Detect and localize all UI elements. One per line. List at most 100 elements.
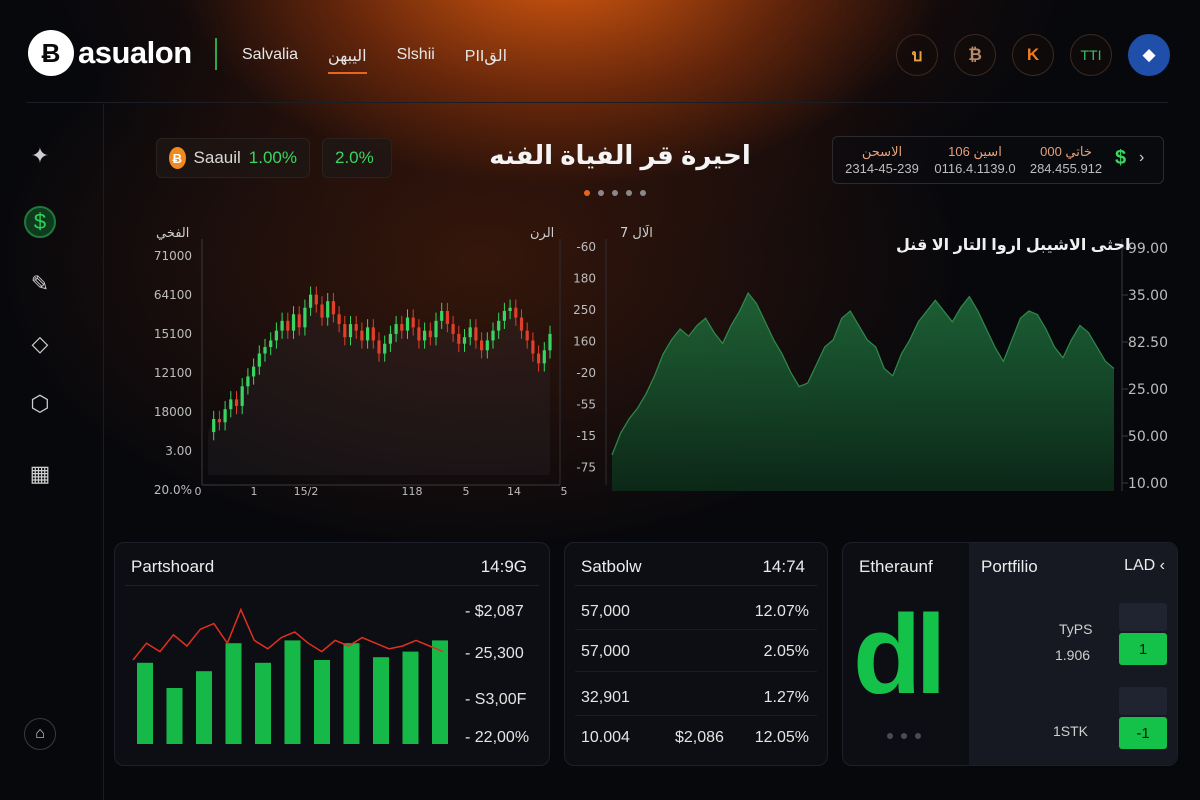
nav-item-3[interactable]: Slshii [397, 46, 435, 74]
dollar-icon[interactable]: $ [24, 206, 56, 238]
bitcoin-outline-icon[interactable]: ₿ [954, 34, 996, 76]
candle-body [440, 311, 444, 321]
mid-tick-label: -20 [576, 366, 596, 380]
candle-body [240, 386, 244, 406]
ticker-pill[interactable]: Ƀ Saauil 1.00% [156, 138, 310, 178]
carousel-dot[interactable] [612, 190, 618, 196]
stats-box[interactable]: الاسحن 2314-45-239 106 اسين 0116.4.1139.… [832, 136, 1164, 184]
partshoard-card[interactable]: Partshoard 14:9G - $2,087 - 25,300 - S3,… [114, 542, 550, 766]
candle-body [212, 419, 216, 433]
y-tick-label: 12100 [154, 366, 192, 380]
sidebar: ✦ $ ✎ ◇ ⬡ ▦ ⌂ [0, 104, 104, 800]
nav-item-4[interactable]: PIIالق [465, 46, 507, 74]
bar [137, 662, 153, 744]
portfolio-button[interactable]: 1 [1119, 633, 1167, 665]
area-fill [612, 293, 1114, 491]
candle-body [485, 340, 489, 351]
row-value: 57,000 [581, 603, 630, 620]
network-icon[interactable]: ✦ [24, 140, 56, 172]
logo-separator [215, 38, 217, 70]
mid-tick-label: -60 [576, 240, 596, 254]
carousel-dot[interactable] [887, 733, 893, 739]
portfolio-button[interactable]: -1 [1119, 717, 1167, 749]
tm-icon[interactable]: TTI [1070, 34, 1112, 76]
nav-item-2[interactable]: اليبهن [328, 46, 367, 74]
row-pct: 1.27% [763, 689, 809, 706]
candle-body [326, 301, 330, 318]
value-row: - 22,00% [465, 729, 530, 746]
exit-icon[interactable]: ⌂ [24, 718, 56, 750]
row-pct: 2.05% [763, 643, 809, 660]
ethereum-logo-icon: dl [853, 592, 946, 717]
candle-body [462, 337, 467, 344]
chevron-right-icon[interactable]: › [1139, 149, 1144, 167]
carousel-dot[interactable] [915, 733, 921, 739]
card-count: 14:9G [480, 557, 527, 576]
candle-body [309, 294, 313, 308]
ethereum-portfolio-card[interactable]: Etheraunf dl Portfilio LAD ‹ TyPS 1.906 … [842, 542, 1178, 766]
ticker-change-1: 1.00% [248, 148, 297, 167]
candle-body [519, 317, 524, 331]
candle-body [252, 366, 256, 377]
stat-3-label: 000 خاتي [1040, 144, 1092, 159]
right-y-tick-label: 25.00 [1128, 382, 1168, 398]
candle-body [263, 347, 267, 354]
carousel-dots [584, 190, 654, 196]
candle-body [371, 327, 375, 341]
carousel-dot[interactable] [584, 190, 590, 196]
brand-logo[interactable]: Ƀ asualon [28, 30, 192, 76]
x-tick-label: 1 [251, 485, 258, 498]
candle-body [303, 307, 307, 328]
x-tick-label: 14 [507, 485, 521, 498]
stat-3-value: 284.455.912 [1029, 161, 1103, 176]
carousel-dot[interactable] [626, 190, 632, 196]
stat-1: الاسحن 2314-45-239 [841, 143, 923, 177]
candle-body [491, 330, 495, 341]
top-icons: บ ₿ K TTI ◆ [880, 34, 1170, 76]
candle-body [417, 327, 421, 341]
ticker-label: Saauil [193, 148, 241, 167]
ethereum-sidebar-icon[interactable]: ◇ [24, 328, 56, 360]
candle-body [291, 314, 296, 331]
loop-icon[interactable]: บ [896, 34, 938, 76]
ticker-change-pill[interactable]: 2.0% [322, 138, 392, 178]
candle-body [474, 327, 478, 341]
bar [402, 651, 419, 744]
y-tick-label: 15100 [154, 327, 192, 341]
candle-body [548, 333, 552, 351]
candle-body [411, 317, 415, 328]
ethereum-icon[interactable]: ◆ [1128, 34, 1170, 76]
candle-body [451, 324, 455, 334]
row-value: $2,086 [675, 729, 724, 746]
candle-body [337, 314, 341, 325]
main-nav: Salvalia اليبهن Slshii PIIالق [242, 46, 537, 74]
mid-tick-label: -55 [576, 398, 596, 412]
nav-item-1[interactable]: Salvalia [242, 46, 298, 74]
candle-body [320, 304, 324, 318]
shield-icon[interactable]: ⬡ [24, 388, 56, 420]
main-chart-svg: الفخي الرن 7 الَال710006410015100121001800… [154, 224, 1168, 498]
candle-body [468, 327, 472, 338]
satbolw-card[interactable]: Satbolw 14:74 57,000 12.07% 57,000 2.05%… [564, 542, 828, 766]
y-tick-label: 64100 [154, 288, 192, 302]
carousel-dot[interactable] [640, 190, 646, 196]
row-pct: 12.07% [754, 603, 809, 620]
pencil-icon[interactable]: ✎ [24, 268, 56, 300]
currency-selector[interactable]: LAD ‹ [1124, 557, 1165, 575]
bar [255, 662, 271, 744]
grid-icon[interactable]: ▦ [24, 458, 56, 490]
carousel-dot[interactable] [901, 733, 907, 739]
stat-2-label: 106 اسين [948, 144, 1002, 159]
ethereum-dots [887, 733, 929, 739]
candle-body [434, 320, 438, 338]
mid-tick-label: 180 [573, 272, 596, 286]
candle-body [366, 327, 370, 341]
y-tick-label: 20.0% [154, 483, 192, 497]
x-tick-label: 15/2 [294, 485, 319, 498]
candle-body [537, 353, 541, 364]
kucoin-icon[interactable]: K [1012, 34, 1054, 76]
portfolio-panel: Portfilio LAD ‹ TyPS 1.906 1STK 1 -1 [969, 543, 1177, 765]
card-count: 14:74 [762, 557, 805, 576]
x-tick-label: 5 [561, 485, 568, 498]
carousel-dot[interactable] [598, 190, 604, 196]
